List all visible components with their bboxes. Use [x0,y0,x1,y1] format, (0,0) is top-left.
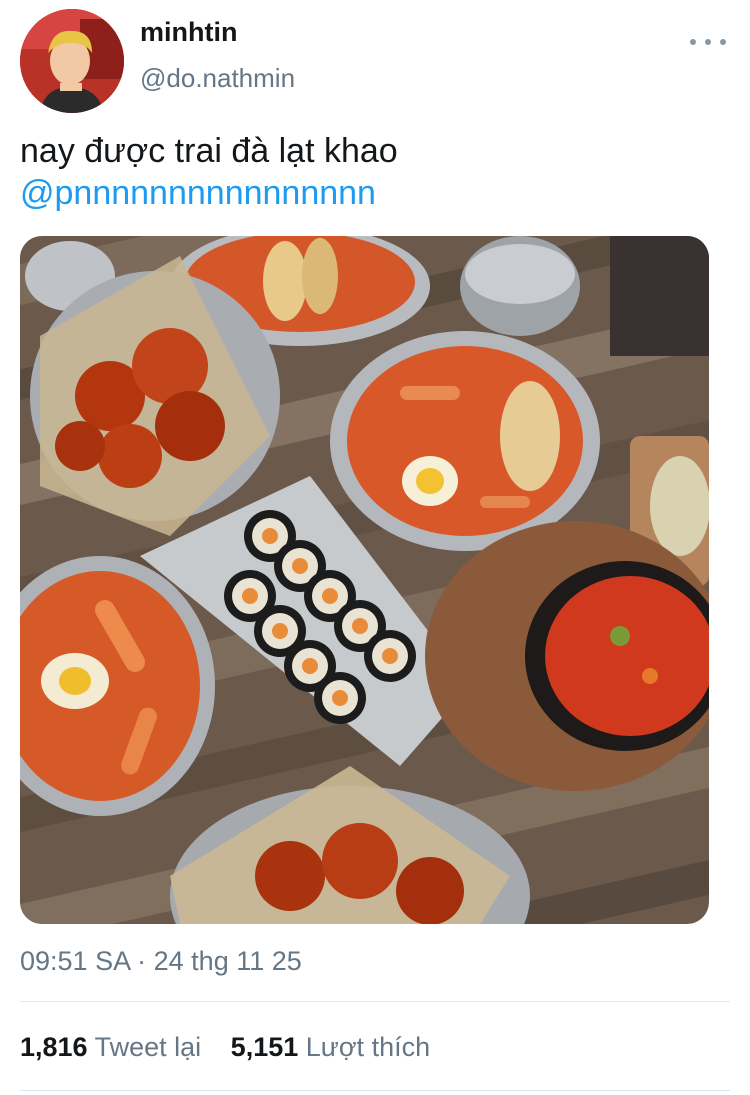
dot [720,39,726,45]
timestamp-separator: · [137,946,147,976]
retweets-count: 1,816 [20,1032,88,1062]
more-options-icon[interactable] [690,28,726,56]
dot [705,39,711,45]
likes-label: Lượt thích [305,1032,431,1062]
avatar-image [20,9,124,113]
author-handle[interactable]: @do.nathmin [140,62,295,94]
divider [20,1001,730,1002]
tweet-stats: 1,816 Tweet lại 5,151 Lượt thích [20,1030,430,1064]
retweets-stat[interactable]: 1,816 Tweet lại [20,1030,201,1064]
dot [690,39,696,45]
tweet-date: 24 thg 11 25 [153,946,302,976]
tweet-photo[interactable] [20,236,709,924]
tweet-timestamp[interactable]: 09:51 SA · 24 thg 11 25 [20,944,302,978]
food-photo-image [20,236,709,924]
retweets-label: Tweet lại [94,1032,202,1062]
author-display-name[interactable]: minhtin [140,16,237,48]
divider [20,1090,730,1091]
tweet-time: 09:51 SA [20,946,130,976]
likes-stat[interactable]: 5,151 Lượt thích [231,1030,430,1064]
avatar[interactable] [20,9,124,113]
tweet-body: nay được trai đà lạt khao [20,132,398,170]
tweet-mention-link[interactable]: @pnnnnnnnnnnnnnnnn [20,172,720,214]
tweet-text: nay được trai đà lạt khao @pnnnnnnnnnnnn… [20,130,720,214]
likes-count: 5,151 [230,1032,299,1062]
